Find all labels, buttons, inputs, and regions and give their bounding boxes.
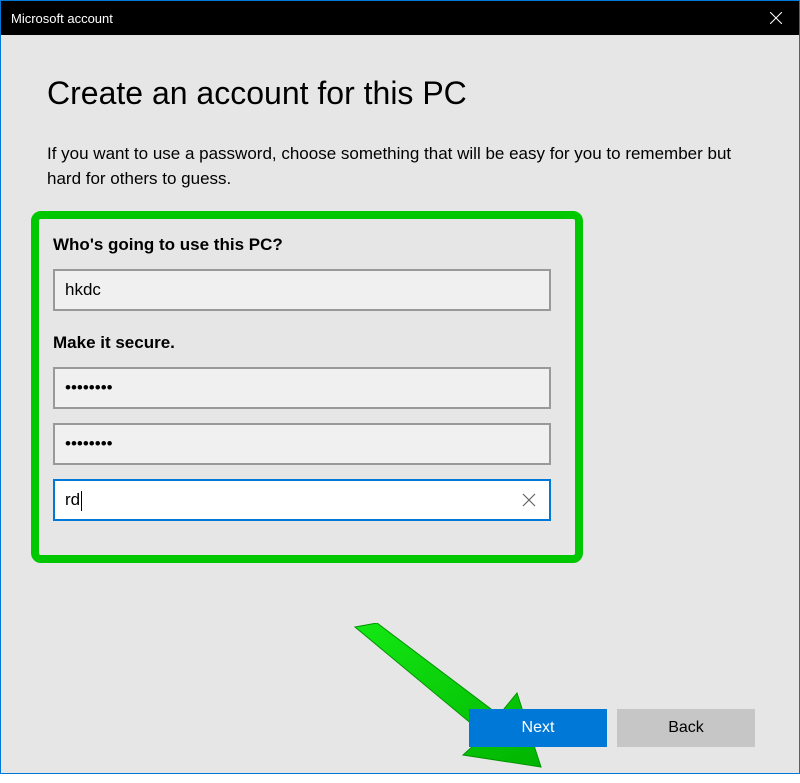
clear-icon — [522, 493, 536, 507]
arrow-annotation — [339, 623, 559, 783]
password-hint-input[interactable]: rd — [53, 479, 551, 521]
titlebar: Microsoft account — [1, 1, 799, 35]
password-confirm-input[interactable]: •••••••• — [53, 423, 551, 465]
close-icon — [770, 12, 782, 24]
content-area: Create an account for this PC If you wan… — [1, 35, 799, 773]
back-button[interactable]: Back — [617, 709, 755, 747]
password-input[interactable]: •••••••• — [53, 367, 551, 409]
footer-buttons: Next Back — [469, 709, 755, 747]
password-hint-value: rd — [65, 490, 80, 509]
dialog-window: Microsoft account Create an account for … — [0, 0, 800, 774]
page-description: If you want to use a password, choose so… — [47, 142, 753, 191]
password-confirm-value: •••••••• — [65, 434, 113, 454]
form-highlight-annotation: Who's going to use this PC? hkdc Make it… — [31, 211, 583, 563]
page-title: Create an account for this PC — [47, 75, 753, 112]
clear-hint-button[interactable] — [517, 488, 541, 512]
username-value: hkdc — [65, 280, 101, 300]
window-title: Microsoft account — [11, 11, 113, 26]
username-label: Who's going to use this PC? — [53, 235, 561, 255]
close-button[interactable] — [753, 1, 799, 35]
next-button[interactable]: Next — [469, 709, 607, 747]
password-section-label: Make it secure. — [53, 333, 561, 353]
username-input[interactable]: hkdc — [53, 269, 551, 311]
text-caret — [81, 491, 82, 511]
password-value: •••••••• — [65, 378, 113, 398]
